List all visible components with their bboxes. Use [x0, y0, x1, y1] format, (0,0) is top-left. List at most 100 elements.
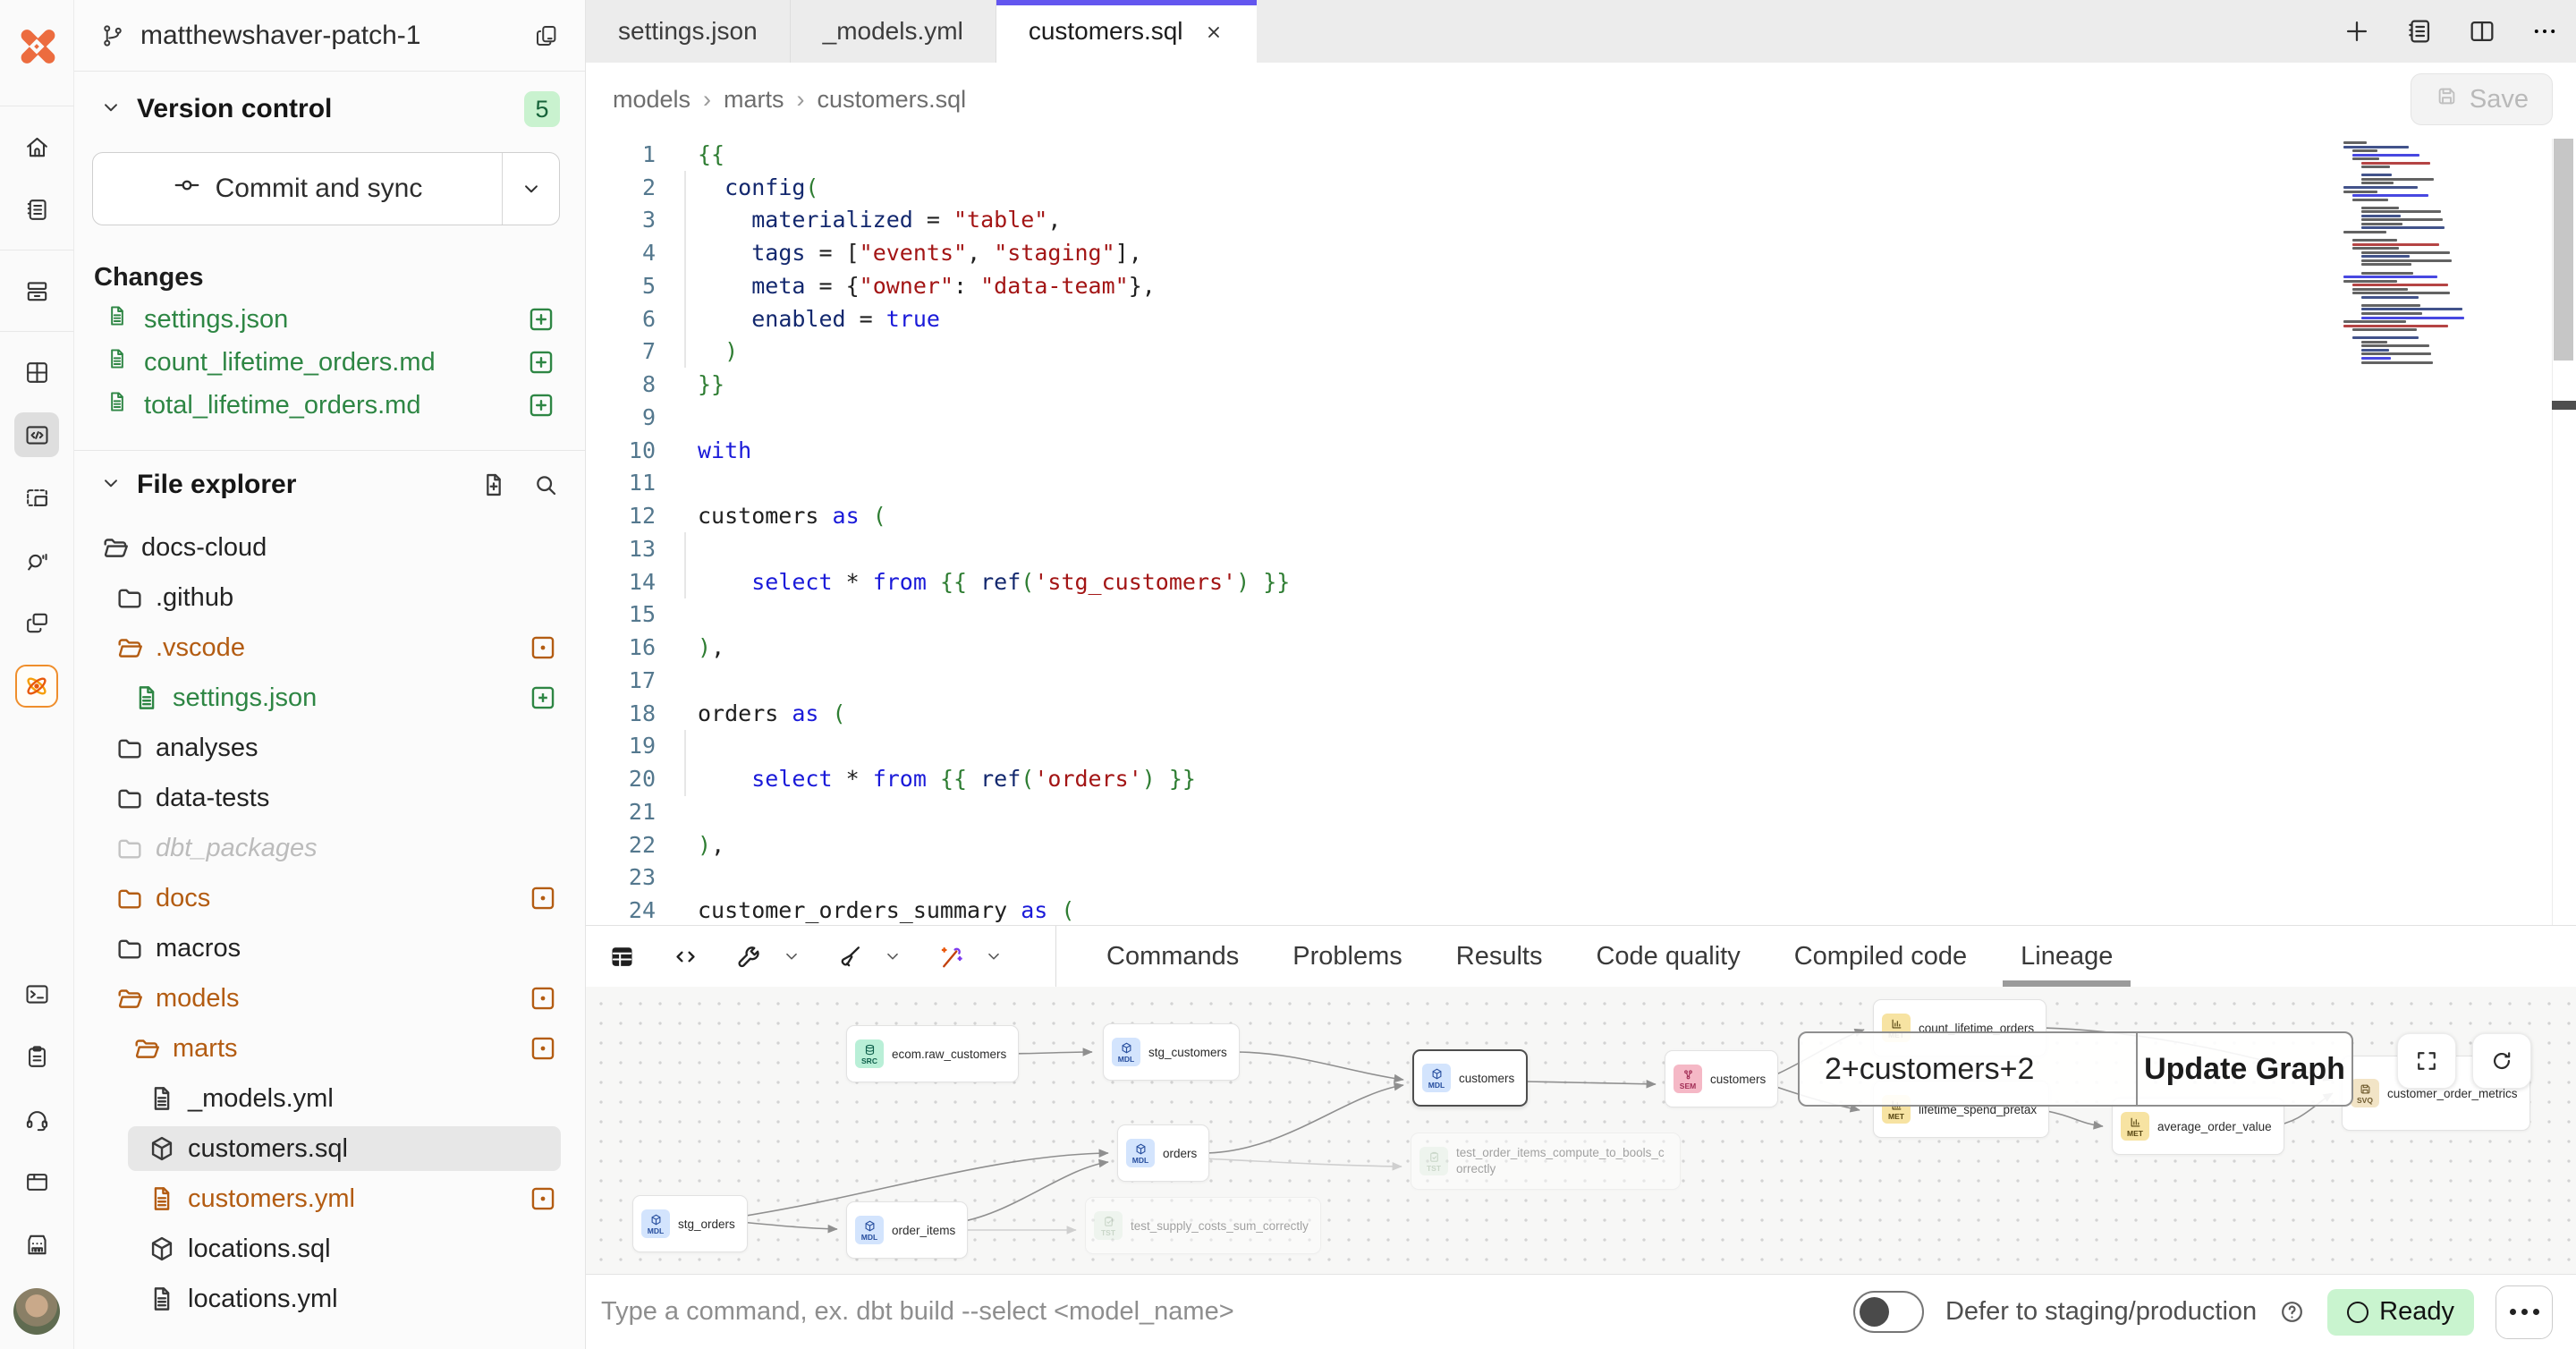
- rail-item-windows-icon[interactable]: [14, 600, 59, 645]
- changed-file-row[interactable]: total_lifetime_orders.md: [74, 384, 585, 427]
- broom-icon[interactable]: [826, 926, 874, 987]
- lineage-graph[interactable]: SRCecom.raw_customers MDLstg_customers MDL…: [586, 987, 2576, 1274]
- editor-tab-_models.yml[interactable]: _models.yml: [791, 0, 996, 63]
- copy-branch-icon[interactable]: [533, 22, 560, 49]
- lineage-node-customers[interactable]: SEMcustomers: [1665, 1050, 1778, 1107]
- help-icon[interactable]: [2278, 1298, 2306, 1326]
- editor-tab-customers.sql[interactable]: customers.sql: [996, 0, 1257, 63]
- panel-tab-lineage[interactable]: Lineage: [1994, 926, 2140, 987]
- save-button[interactable]: Save: [2411, 73, 2553, 125]
- new-file-icon[interactable]: [479, 471, 508, 499]
- tree-item-label: customers.yml: [188, 1184, 355, 1214]
- lineage-node-orders[interactable]: MDLorders: [1117, 1124, 1209, 1182]
- code-tag-icon[interactable]: [662, 926, 709, 987]
- lineage-node-stg_orders[interactable]: MDLstg_orders: [632, 1195, 748, 1252]
- commit-and-sync-button[interactable]: Commit and sync: [92, 152, 560, 225]
- search-icon[interactable]: [531, 471, 560, 499]
- panel-tab-commands[interactable]: Commands: [1080, 926, 1266, 987]
- commit-options-caret[interactable]: [502, 153, 559, 225]
- editor-tab-settings.json[interactable]: settings.json: [586, 0, 791, 63]
- stage-file-icon[interactable]: [526, 390, 556, 420]
- rail-item-journal-icon[interactable]: [14, 187, 59, 232]
- lineage-node-order_items[interactable]: MDLorder_items: [846, 1201, 968, 1259]
- lineage-node-test_supply_costs_sum_correctly[interactable]: TSTtest_supply_costs_sum_correctly: [1085, 1197, 1321, 1254]
- rail-item-home-icon[interactable]: [14, 124, 59, 169]
- magic-wand-icon[interactable]: [928, 926, 975, 987]
- rail-item-explore-search-icon[interactable]: [14, 538, 59, 582]
- chevron-down-icon[interactable]: [773, 926, 810, 987]
- version-control-header[interactable]: Version control 5: [74, 72, 585, 147]
- node-label: orders: [1163, 1147, 1197, 1160]
- breadcrumb-item-marts[interactable]: marts: [724, 86, 784, 114]
- scrollbar-thumb[interactable]: [2554, 139, 2573, 361]
- stage-file-icon[interactable]: [526, 347, 556, 378]
- user-avatar[interactable]: [13, 1288, 60, 1335]
- rail-item-preview-window-icon[interactable]: [14, 475, 59, 520]
- refresh-graph-button[interactable]: [2472, 1033, 2531, 1089]
- more-options-icon[interactable]: [2529, 16, 2560, 47]
- rail-item-headset-icon[interactable]: [14, 1097, 59, 1141]
- tree-item-models[interactable]: models: [74, 973, 585, 1023]
- tree-item-dbt_packages[interactable]: dbt_packages: [74, 823, 585, 873]
- update-graph-button[interactable]: Update Graph: [2138, 1033, 2351, 1105]
- dbt-logo[interactable]: [13, 23, 60, 70]
- stage-file-icon[interactable]: [526, 304, 556, 335]
- file-explorer-header[interactable]: File explorer: [74, 451, 585, 519]
- defer-toggle[interactable]: [1853, 1291, 1924, 1333]
- tree-item-analyses[interactable]: analyses: [74, 723, 585, 773]
- rail-item-drawer-icon[interactable]: [14, 268, 59, 313]
- chevron-down-icon[interactable]: [874, 926, 911, 987]
- changed-file-row[interactable]: settings.json: [74, 298, 585, 341]
- fusion-atom-icon[interactable]: [15, 665, 58, 708]
- rail-item-building-icon[interactable]: [14, 1222, 59, 1267]
- tree-item-_models.yml[interactable]: _models.yml: [74, 1073, 585, 1124]
- rail-item-terminal-icon[interactable]: [14, 971, 59, 1016]
- rail-item-browser-tabs-icon[interactable]: [14, 1159, 59, 1204]
- tree-item-docs-cloud[interactable]: docs-cloud: [74, 522, 585, 573]
- rail-item-clipboard-icon[interactable]: [14, 1034, 59, 1079]
- tree-item-customers.yml[interactable]: customers.yml: [74, 1174, 585, 1224]
- panel-tab-compiled-code[interactable]: Compiled code: [1767, 926, 1994, 987]
- wrench-icon[interactable]: [725, 926, 773, 987]
- breadcrumb-item-customers.sql[interactable]: customers.sql: [818, 86, 967, 114]
- tab-label: _models.yml: [823, 17, 963, 46]
- tree-item-locations.sql[interactable]: locations.sql: [74, 1224, 585, 1274]
- tree-item-.github[interactable]: .github: [74, 573, 585, 623]
- lineage-selector-input[interactable]: 2+customers+2: [1800, 1033, 2136, 1105]
- rail-item-grid-icon[interactable]: [14, 350, 59, 395]
- results-table-icon[interactable]: [598, 926, 646, 987]
- tree-item-customers.sql[interactable]: customers.sql: [74, 1124, 585, 1174]
- rail-item-code-window-icon[interactable]: [14, 412, 59, 457]
- notebook-icon[interactable]: [2404, 16, 2435, 47]
- panel-tab-results[interactable]: Results: [1429, 926, 1570, 987]
- chevron-down-icon[interactable]: [975, 926, 1013, 987]
- node-label: stg_customers: [1148, 1046, 1227, 1059]
- lineage-node-stg_customers[interactable]: MDLstg_customers: [1103, 1023, 1240, 1081]
- new-tab-icon[interactable]: [2342, 16, 2372, 47]
- tree-item-macros[interactable]: macros: [74, 923, 585, 973]
- tree-item-docs[interactable]: docs: [74, 873, 585, 923]
- lineage-node-test_order_items_compute_to_bools_correctly[interactable]: TSTtest_order_items_compute_to_bools_cor…: [1411, 1133, 1681, 1190]
- command-input[interactable]: Type a command, ex. dbt build --select <…: [601, 1297, 1234, 1327]
- split-editor-icon[interactable]: [2467, 16, 2497, 47]
- branch-name[interactable]: matthewshaver-patch-1: [140, 21, 533, 51]
- tree-item-locations.yml[interactable]: locations.yml: [74, 1274, 585, 1324]
- file-icon: [131, 683, 162, 713]
- tree-item-marts[interactable]: marts: [74, 1023, 585, 1073]
- breadcrumb-item-models[interactable]: models: [613, 86, 691, 114]
- code-line-19: 19: [586, 730, 2576, 763]
- close-tab-icon[interactable]: [1203, 21, 1224, 42]
- lineage-node-ecom.raw_customers[interactable]: SRCecom.raw_customers: [846, 1025, 1019, 1082]
- tree-item-.vscode[interactable]: .vscode: [74, 623, 585, 673]
- line-number: 2: [586, 174, 656, 200]
- lineage-node-customers[interactable]: MDLcustomers: [1412, 1049, 1528, 1107]
- tree-item-data-tests[interactable]: data-tests: [74, 773, 585, 823]
- more-actions-button[interactable]: [2496, 1285, 2553, 1339]
- fullscreen-button[interactable]: [2397, 1033, 2456, 1089]
- panel-tab-code-quality[interactable]: Code quality: [1569, 926, 1767, 987]
- changed-file-row[interactable]: count_lifetime_orders.md: [74, 341, 585, 384]
- code-editor[interactable]: 1{{2 config(3 materialized = "table",4 t…: [586, 136, 2576, 925]
- tree-item-settings.json[interactable]: settings.json: [74, 673, 585, 723]
- panel-tab-problems[interactable]: Problems: [1266, 926, 1429, 987]
- scrollbar-marker: [2552, 401, 2576, 410]
